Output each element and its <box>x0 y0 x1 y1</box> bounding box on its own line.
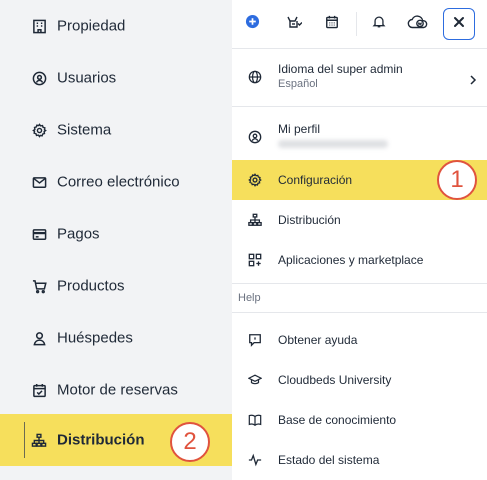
building-icon <box>31 18 47 34</box>
menu-item-label: Aplicaciones y marketplace <box>278 253 424 267</box>
chat-icon <box>248 333 262 347</box>
divider <box>232 48 487 49</box>
menu-item-label: Configuración <box>278 173 353 187</box>
sidebar-item-label: Usuarios <box>57 69 117 87</box>
sidebar: Propiedad Usuarios Sistema Correo electr… <box>0 0 232 480</box>
menu-item-label: Cloudbeds University <box>278 373 392 387</box>
mail-icon <box>31 174 47 190</box>
sidebar-item-label: Sistema <box>57 121 112 139</box>
menu-item-label: Base de conocimiento <box>278 413 397 427</box>
account-menu-panel: Idioma del super admin Español Mi perfil… <box>232 0 487 480</box>
globe-icon <box>248 70 262 84</box>
menu-item-label: Distribución <box>278 213 341 227</box>
close-button[interactable] <box>443 8 475 40</box>
bell-icon <box>372 14 386 34</box>
sidebar-item-huespedes[interactable]: Huéspedes <box>0 312 232 364</box>
sidebar-item-label: Correo electrónico <box>57 173 180 191</box>
sidebar-item-usuarios[interactable]: Usuarios <box>0 52 232 104</box>
tasks-button[interactable] <box>280 10 308 38</box>
sitemap-icon <box>248 213 262 227</box>
apps-plus-icon <box>248 253 262 267</box>
sidebar-item-motor-reservas[interactable]: Motor de reservas <box>0 364 232 416</box>
sidebar-item-pagos[interactable]: Pagos <box>0 208 232 260</box>
divider <box>232 312 487 313</box>
sidebar-item-label: Productos <box>57 277 125 295</box>
profile-label: Mi perfil <box>278 122 321 136</box>
profile-item[interactable]: Mi perfil <box>232 116 487 160</box>
sidebar-item-label: Propiedad <box>57 17 126 35</box>
menu-item-base-conocimiento[interactable]: Base de conocimiento <box>232 400 487 440</box>
sitemap-icon <box>31 432 47 448</box>
sidebar-item-label: Motor de reservas <box>57 381 178 399</box>
menu-item-label: Obtener ayuda <box>278 333 358 347</box>
toolbar-separator <box>356 12 357 36</box>
tasks-icon <box>286 14 303 35</box>
gear-icon <box>248 173 262 187</box>
cloud-w-icon <box>407 14 429 35</box>
person-icon <box>31 330 47 346</box>
divider <box>232 106 487 107</box>
pulse-icon <box>248 453 262 467</box>
annotation-badge-2: 2 <box>170 422 210 462</box>
chevron-right-icon <box>469 72 477 90</box>
annotation-badge-1: 1 <box>437 160 477 200</box>
language-value: Español <box>278 78 318 90</box>
redacted-email <box>278 140 388 148</box>
sidebar-item-propiedad[interactable]: Propiedad <box>0 0 232 52</box>
add-button[interactable] <box>238 10 266 38</box>
plus-circle-icon <box>245 14 260 34</box>
credit-card-icon <box>31 226 47 242</box>
language-label: Idioma del super admin <box>278 62 403 76</box>
menu-item-distribucion[interactable]: Distribución <box>232 200 487 240</box>
menu-item-cloudbeds-university[interactable]: Cloudbeds University <box>232 360 487 400</box>
active-indicator <box>24 422 25 458</box>
book-icon <box>248 413 262 427</box>
cart-icon <box>31 278 47 294</box>
whistle-cloud-button[interactable] <box>404 10 432 38</box>
menu-item-label: Estado del sistema <box>278 453 380 467</box>
sidebar-item-productos[interactable]: Productos <box>0 260 232 312</box>
menu-item-obtener-ayuda[interactable]: Obtener ayuda <box>232 320 487 360</box>
calendar-button[interactable] <box>318 10 346 38</box>
close-icon <box>453 15 465 33</box>
divider <box>232 283 487 284</box>
sidebar-item-sistema[interactable]: Sistema <box>0 104 232 156</box>
sidebar-item-correo[interactable]: Correo electrónico <box>0 156 232 208</box>
sidebar-item-label: Pagos <box>57 225 100 243</box>
toolbar <box>232 0 487 48</box>
user-circle-icon <box>248 130 262 144</box>
menu-item-aplicaciones[interactable]: Aplicaciones y marketplace <box>232 240 487 280</box>
sidebar-item-label: Huéspedes <box>57 329 133 347</box>
language-selector[interactable]: Idioma del super admin Español <box>232 56 487 100</box>
notifications-button[interactable] <box>365 10 393 38</box>
menu-item-estado-sistema[interactable]: Estado del sistema <box>232 440 487 480</box>
user-circle-icon <box>31 70 47 86</box>
graduation-cap-icon <box>248 373 262 387</box>
sidebar-item-label: Distribución <box>57 431 145 449</box>
calendar-check-icon <box>31 382 47 398</box>
gear-icon <box>31 122 47 138</box>
calendar-icon <box>325 15 339 34</box>
help-section-label: Help <box>238 292 261 304</box>
